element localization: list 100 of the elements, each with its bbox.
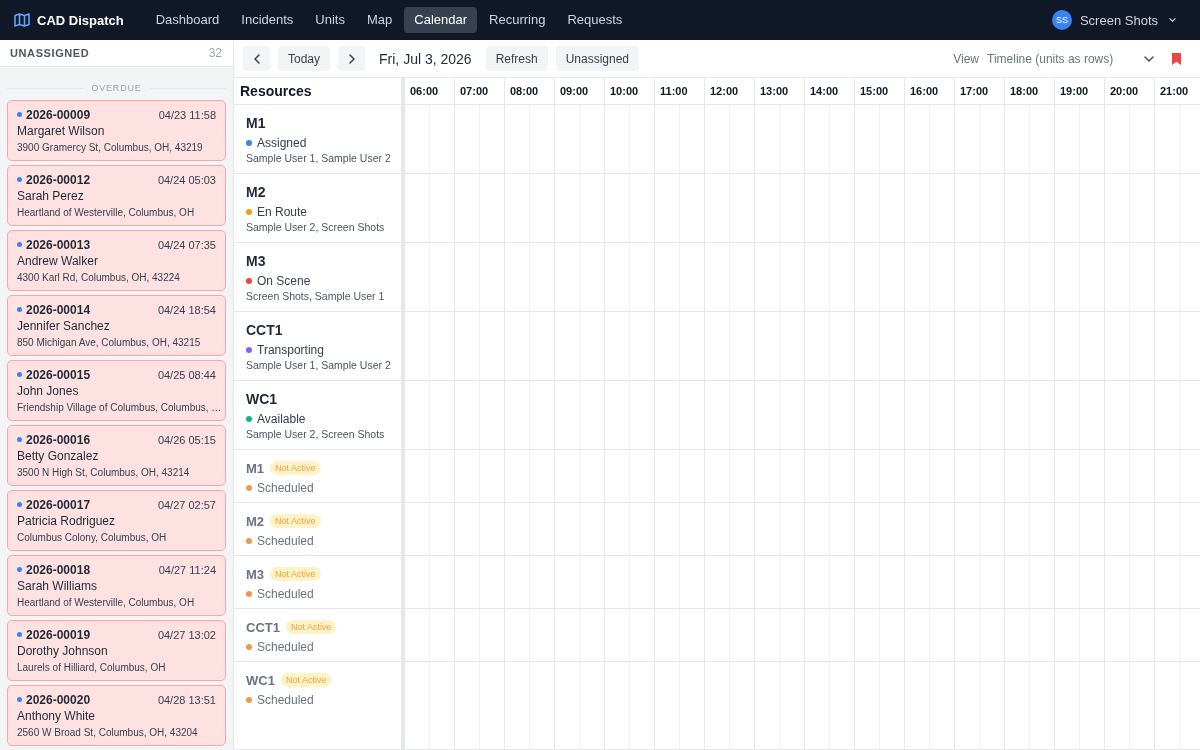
current-date: Fri, Jul 3, 2026 xyxy=(379,50,472,67)
incident-time: 04/26 05:15 xyxy=(157,433,216,446)
unit-label: WC1 xyxy=(246,672,275,688)
nav-tab[interactable]: Incidents xyxy=(231,7,304,33)
unit-label: CCT1 xyxy=(246,322,283,338)
hour-header: 11:00 xyxy=(654,78,704,104)
caller-name: Patricia Rodriguez xyxy=(17,514,117,529)
hour-header: 21:00 xyxy=(1154,78,1200,104)
incident-card[interactable]: 2026-00018 04/27 11:24 Sarah Williams Heartland of Westerville, Columbus, OH xyxy=(7,555,226,616)
nav-tab[interactable]: Requests xyxy=(557,7,633,33)
incident-time: 04/27 13:02 xyxy=(157,628,216,641)
incident-address: 2560 W Broad St, Columbus, OH, 43204 xyxy=(17,726,199,739)
incident-address: Columbus Colony, Columbus, OH xyxy=(17,531,168,544)
timeline-lane[interactable] xyxy=(404,556,1200,609)
map-logo-icon xyxy=(14,13,30,27)
bookmark-icon[interactable] xyxy=(1172,52,1181,65)
incident-address: 850 Michigan Ave, Columbus, OH, 43215 xyxy=(17,336,202,349)
incident-card[interactable]: 2026-00012 04/24 05:03 Sarah Perez Heartland of Westerville, Columbus, OH xyxy=(7,165,226,226)
incident-number: 2026-00020 xyxy=(26,692,91,707)
unit-label: M3 xyxy=(246,253,266,269)
view-label: View xyxy=(953,51,979,66)
timeline-lane[interactable] xyxy=(404,450,1200,503)
unit-label: M3 xyxy=(246,566,265,582)
incident-card[interactable]: 2026-00014 04/24 18:54 Jennifer Sanchez 850 Michigan Ave, Columbus, OH, 43215 xyxy=(7,295,226,356)
incident-card[interactable]: 2026-00017 04/27 02:57 Patricia Rodriguez Columbus Colony, Columbus, OH xyxy=(7,490,226,551)
incident-address: 4300 Karl Rd, Columbus, OH, 43224 xyxy=(17,271,181,284)
incident-number: 2026-00017 xyxy=(26,497,91,512)
unit-label: M1 xyxy=(246,115,266,131)
bullet-dot-icon xyxy=(17,567,22,572)
hour-header: 14:00 xyxy=(804,78,854,104)
hour-header: 13:00 xyxy=(754,78,804,104)
caller-name: Jennifer Sanchez xyxy=(17,319,111,334)
incident-card[interactable]: 2026-00016 04/26 05:15 Betty Gonzalez 3500 N High St, Columbus, OH, 43214 xyxy=(7,425,226,486)
user-menu-button[interactable]: SS Screen Shots xyxy=(1051,10,1176,30)
incident-time: 04/27 11:24 xyxy=(158,563,216,576)
timeline-lane[interactable] xyxy=(404,312,1200,381)
nav-tab[interactable]: Dashboard xyxy=(145,7,230,33)
status-badge: Not Active xyxy=(270,461,321,475)
bullet-dot-icon xyxy=(17,437,22,442)
incident-address: Heartland of Westerville, Columbus, OH xyxy=(17,596,196,609)
hour-header: 12:00 xyxy=(704,78,754,104)
hour-header: 07:00 xyxy=(454,78,504,104)
status-badge: Not Active xyxy=(270,514,321,528)
caret-down-icon xyxy=(1169,18,1176,22)
status-label: Scheduled xyxy=(257,639,314,654)
incident-time: 04/28 13:51 xyxy=(157,693,216,706)
timeline-lane[interactable] xyxy=(404,662,1200,750)
hour-header: 17:00 xyxy=(954,78,1004,104)
hour-header: 08:00 xyxy=(504,78,554,104)
previous-button[interactable] xyxy=(243,46,270,71)
caller-name: Sarah Perez xyxy=(17,189,85,204)
hour-header: 15:00 xyxy=(854,78,904,104)
avatar: SS xyxy=(1051,10,1072,30)
status-label: En Route xyxy=(257,204,308,219)
timeline-lane[interactable] xyxy=(404,243,1200,312)
status-label: Scheduled xyxy=(257,692,314,707)
timeline-lane[interactable] xyxy=(404,609,1200,662)
timeline-lane[interactable] xyxy=(404,381,1200,450)
next-button[interactable] xyxy=(338,46,366,71)
toolbar-button[interactable]: Unassigned xyxy=(555,46,640,71)
incident-address: 3500 N High St, Columbus, OH, 43214 xyxy=(17,466,191,479)
caller-name: Andrew Walker xyxy=(17,254,99,269)
count-label: 32 xyxy=(208,46,222,60)
nav-tab[interactable]: Recurring xyxy=(479,7,556,33)
unit-label: WC1 xyxy=(246,391,278,407)
caller-name: Betty Gonzalez xyxy=(17,449,100,464)
timeline-lane[interactable] xyxy=(404,174,1200,243)
incident-number: 2026-00015 xyxy=(26,367,91,382)
status-label: Available xyxy=(257,411,306,426)
unit-label: M2 xyxy=(246,184,266,200)
timeline-lane[interactable] xyxy=(404,503,1200,556)
crew-label: Sample User 2, Screen Shots xyxy=(246,427,386,442)
view-select[interactable]: Timeline (units as rows) xyxy=(987,51,1154,66)
caller-name: Anthony White xyxy=(17,709,97,724)
incident-card[interactable]: 2026-00015 04/25 08:44 John Jones Friendship Village of Columbus, Columbus, … xyxy=(7,360,226,421)
bullet-dot-icon xyxy=(17,372,22,377)
nav-tab[interactable]: Units xyxy=(305,7,355,33)
incident-time: 04/23 11:58 xyxy=(158,108,216,121)
incident-number: 2026-00019 xyxy=(26,627,91,642)
nav-tab[interactable]: Calendar xyxy=(404,7,478,33)
status-label: Scheduled xyxy=(257,533,314,548)
today-button[interactable]: Today xyxy=(278,46,331,71)
status-label: Scheduled xyxy=(257,480,314,495)
status-label: Scheduled xyxy=(257,586,314,601)
incident-number: 2026-00013 xyxy=(26,237,91,252)
nav-tab[interactable]: Map xyxy=(356,7,403,33)
incident-card[interactable]: 2026-00019 04/27 13:02 Dorothy Johnson Laurels of Hilliard, Columbus, OH xyxy=(7,620,226,681)
status-label: Transporting xyxy=(257,342,324,357)
crew-label: Screen Shots, Sample User 1 xyxy=(246,289,386,304)
toolbar-button[interactable]: Refresh xyxy=(485,46,548,71)
crew-label: Sample User 1, Sample User 2 xyxy=(246,151,392,166)
incident-card[interactable]: 2026-00020 04/28 13:51 Anthony White 2560 W Broad St, Columbus, OH, 43204 xyxy=(7,685,226,746)
incident-time: 04/24 18:54 xyxy=(157,303,216,316)
timeline-lane[interactable] xyxy=(404,105,1200,174)
incident-card[interactable]: 2026-00009 04/23 11:58 Margaret Wilson 3900 Gramercy St, Columbus, OH, 43219 xyxy=(7,100,226,161)
bullet-dot-icon xyxy=(17,307,22,312)
incident-card[interactable]: 2026-00013 04/24 07:35 Andrew Walker 4300 Karl Rd, Columbus, OH, 43224 xyxy=(7,230,226,291)
incident-time: 04/25 08:44 xyxy=(157,368,216,381)
incident-number: 2026-00014 xyxy=(26,302,91,317)
chevron-down-icon xyxy=(1144,55,1154,62)
